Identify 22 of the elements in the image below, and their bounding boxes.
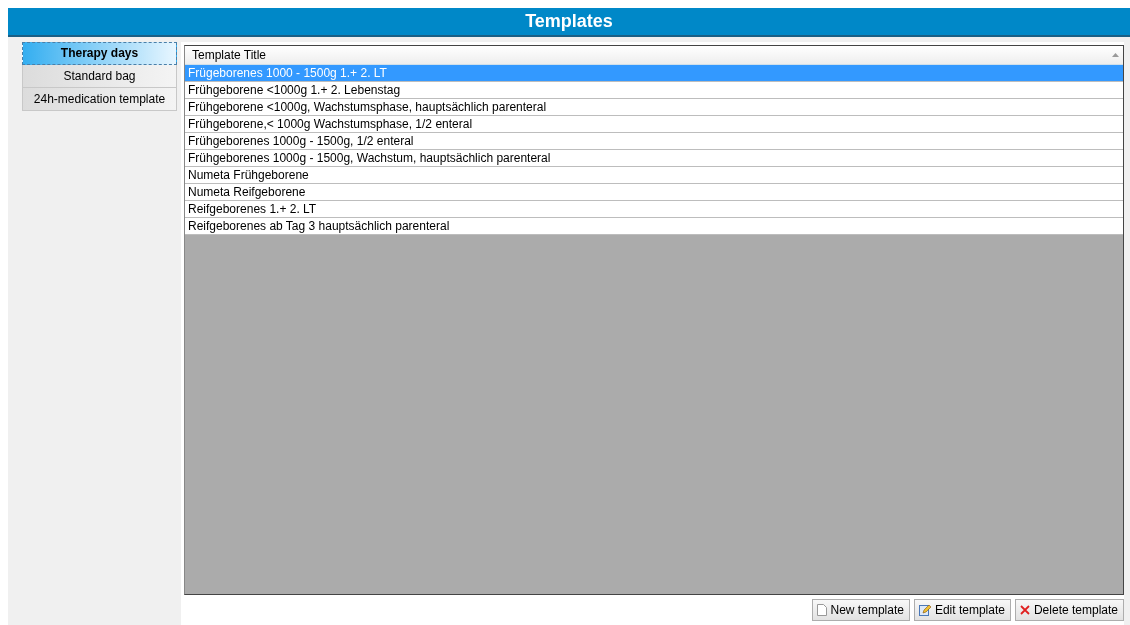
sidebar-tab[interactable]: Standard bag xyxy=(22,65,177,88)
table-row[interactable]: Frühgeborene,< 1000g Wachstumsphase, 1/2 enteral xyxy=(185,116,1123,133)
delete-template-button[interactable]: Delete template xyxy=(1014,599,1124,621)
table-row[interactable]: Numeta Reifgeborene xyxy=(185,184,1123,201)
table-row[interactable]: Frühgeborenes 1000g - 1500g, Wachstum, hauptsächlich parenteral xyxy=(185,150,1123,167)
table-row[interactable]: Frühgeborene <1000g, Wachstumsphase, hauptsächlich parenteral xyxy=(185,99,1123,116)
edit-template-button[interactable]: Edit template xyxy=(913,599,1011,621)
table-row[interactable]: Frühgeborene <1000g 1.+ 2. Lebenstag xyxy=(185,82,1123,99)
column-header[interactable]: Template Title xyxy=(185,46,1123,65)
column-title: Template Title xyxy=(192,48,267,62)
table-row[interactable]: Numeta Frühgeborene xyxy=(185,167,1123,184)
window-title: Templates xyxy=(8,8,1130,37)
table-row[interactable]: Frühgeborenes 1000g - 1500g, 1/2 enteral xyxy=(185,133,1123,150)
sidebar-tab[interactable]: Therapy days xyxy=(22,42,177,65)
sidebar-tab[interactable]: 24h-medication template xyxy=(22,88,177,111)
sort-arrow-icon xyxy=(1112,53,1119,57)
document-icon xyxy=(816,604,827,616)
table-row[interactable]: Reifgeborenes 1.+ 2. LT xyxy=(185,201,1123,218)
delete-icon xyxy=(1019,605,1030,615)
pencil-document-icon xyxy=(918,604,931,616)
table-row[interactable]: Reifgeborenes ab Tag 3 hauptsächlich parenteral xyxy=(185,218,1123,235)
new-template-button[interactable]: New template xyxy=(811,599,910,621)
